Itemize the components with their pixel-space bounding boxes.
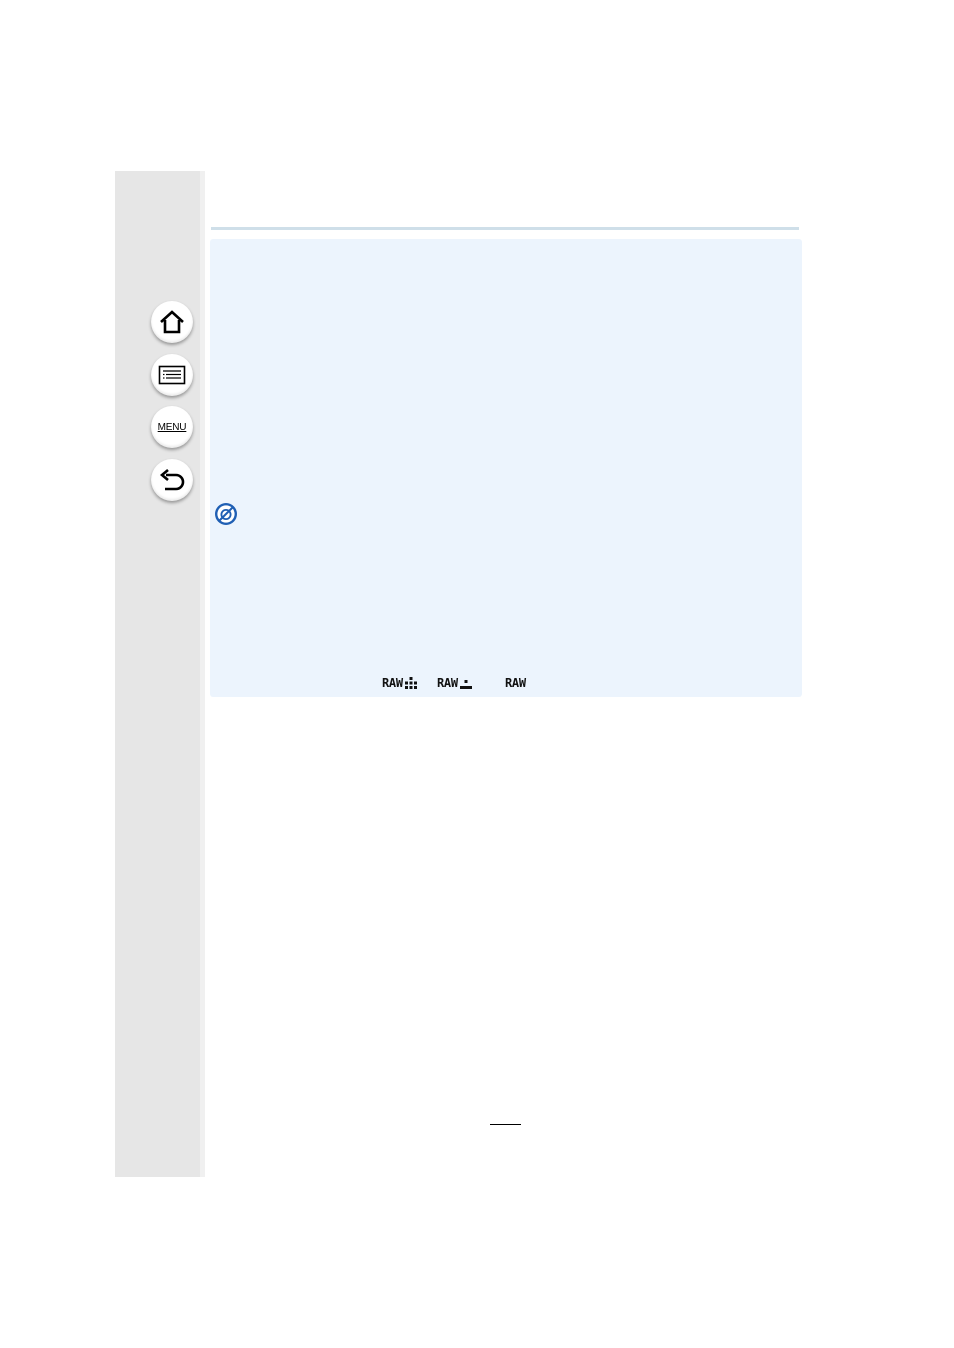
menu-button-label: MENU <box>157 421 187 433</box>
contents-button[interactable] <box>151 354 193 396</box>
home-button[interactable] <box>151 301 193 343</box>
standard-dots-icon <box>459 680 472 689</box>
raw-label: RAW <box>505 676 526 690</box>
list-icon <box>158 365 186 385</box>
content-panel <box>210 239 802 697</box>
raw-fine-label: RAW <box>382 676 403 690</box>
raw-standard-label: RAW <box>437 676 458 690</box>
home-icon <box>160 310 184 334</box>
page-number <box>490 1110 521 1125</box>
back-button[interactable] <box>151 459 193 501</box>
raw-fine-quality-icon: RAW <box>382 673 417 693</box>
not-available-icon <box>215 503 237 525</box>
back-arrow-icon <box>159 469 185 491</box>
raw-quality-icon: RAW <box>505 673 526 693</box>
sidebar-edge <box>200 171 205 1177</box>
raw-standard-quality-icon: RAW <box>437 673 472 693</box>
menu-button[interactable]: MENU <box>151 406 193 448</box>
fine-dots-icon <box>404 677 417 689</box>
header-rule <box>211 227 799 230</box>
